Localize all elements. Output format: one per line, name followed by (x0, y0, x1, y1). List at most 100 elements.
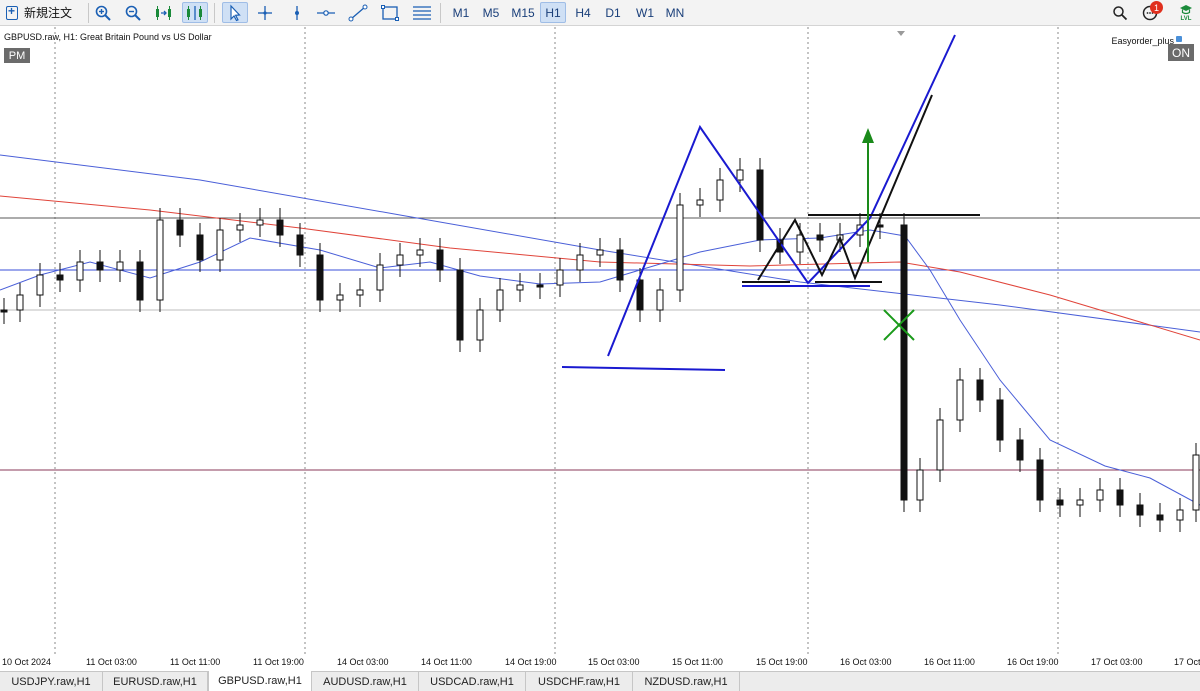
fibonacci-icon (413, 5, 431, 20)
candle-body (1156, 514, 1164, 521)
candle-body (316, 254, 324, 301)
autoscroll-icon (187, 5, 202, 20)
timeframe-button-m5[interactable]: M5 (478, 2, 504, 23)
toolbar-separator (88, 3, 89, 23)
candle-body (296, 234, 304, 256)
shift-marker-icon[interactable] (897, 31, 905, 36)
time-axis-label: 10 Oct 2024 (2, 657, 52, 667)
timeframe-button-h1[interactable]: H1 (540, 2, 566, 23)
candle-body (736, 169, 744, 181)
candle-body (76, 261, 84, 281)
pm-badge: PM (4, 48, 30, 63)
candle-body (156, 219, 164, 301)
timeframe-button-m15[interactable]: M15 (508, 2, 538, 23)
chart-tab-audusd[interactable]: AUDUSD.raw,H1 (312, 672, 419, 691)
candle-body (1056, 499, 1064, 506)
support-line[interactable] (561, 366, 726, 371)
chart-shift-icon (156, 5, 171, 20)
candle-body (796, 234, 804, 253)
price-chart[interactable] (0, 27, 1200, 654)
chart-shift-button[interactable] (152, 2, 176, 23)
candle-body (1116, 489, 1124, 506)
crosshair-icon (258, 5, 272, 20)
time-axis-label: 15 Oct 19:00 (756, 657, 808, 667)
chart-tabs: USDJPY.raw,H1 EURUSD.raw,H1 GBPUSD.raw,H1 A… (0, 671, 1200, 691)
zoom-in-button[interactable] (92, 2, 114, 23)
chart-tab-usdjpy[interactable]: USDJPY.raw,H1 (0, 672, 103, 691)
chart-tab-usdcad[interactable]: USDCAD.raw,H1 (419, 672, 526, 691)
candle-body (496, 289, 504, 311)
chart-tab-nzdusd[interactable]: NZDUSD.raw,H1 (633, 672, 740, 691)
candle-body (336, 294, 344, 301)
timeframe-button-mn[interactable]: MN (662, 2, 688, 23)
candle-body (976, 379, 984, 401)
candle-body (756, 169, 764, 241)
trendline-icon (348, 4, 368, 21)
new-order-label: 新規注文 (24, 6, 73, 20)
candle-body (96, 261, 104, 271)
new-order-icon (6, 4, 18, 20)
candle-body (656, 289, 664, 311)
candle-body (16, 294, 24, 311)
candle-body (1192, 454, 1200, 511)
cross-marker[interactable] (883, 309, 915, 341)
candle-body (356, 289, 364, 296)
candle-body (636, 279, 644, 311)
chart-tab-usdchf[interactable]: USDCHF.raw,H1 (526, 672, 633, 691)
time-axis-label: 14 Oct 11:00 (421, 657, 472, 667)
candle-body (900, 234, 908, 501)
crosshair-tool-button[interactable] (254, 2, 276, 23)
time-axis-label: 16 Oct 19:00 (1007, 657, 1059, 667)
candle-body (236, 224, 244, 231)
fibonacci-tool-button[interactable] (410, 2, 434, 23)
new-order-button[interactable]: 新規注文 (6, 2, 84, 23)
time-axis-label: 17 Oct 03:00 (1091, 657, 1143, 667)
time-axis-label: 15 Oct 11:00 (672, 657, 723, 667)
time-axis-label: 11 Oct 19:00 (253, 657, 304, 667)
vertical-line-tool-button[interactable] (286, 2, 308, 23)
candle-body (396, 254, 404, 266)
rectangle-tool-button[interactable] (378, 2, 402, 23)
candle-body (596, 249, 604, 256)
expert-advisor-name: Easyorder_plus (1111, 36, 1174, 46)
candle-body (816, 234, 824, 241)
chart-tab-gbpusd[interactable]: GBPUSD.raw,H1 (208, 671, 312, 691)
candle-body (936, 419, 944, 471)
candle-body (196, 234, 204, 261)
candle-body (136, 261, 144, 301)
buy-arrow[interactable] (862, 128, 874, 262)
search-button[interactable] (1110, 3, 1130, 23)
signals-level-button[interactable]: LVL (1176, 3, 1196, 23)
cursor-tool-button[interactable] (222, 2, 248, 23)
horizontal-line-icon (317, 9, 335, 16)
candle-body (576, 254, 584, 271)
expert-advisor-icon (1176, 36, 1182, 42)
candle-body (56, 274, 64, 281)
candle-body (1036, 459, 1044, 501)
candle-body (616, 249, 624, 281)
trendline-tool-button[interactable] (346, 2, 370, 23)
time-axis-label: 16 Oct 11:00 (924, 657, 975, 667)
chart-tab-eurusd[interactable]: EURUSD.raw,H1 (103, 672, 208, 691)
autoscroll-button[interactable] (182, 2, 208, 23)
timeframe-button-w1[interactable]: W1 (632, 2, 658, 23)
level-graduation-icon (1180, 5, 1192, 15)
timeframe-button-d1[interactable]: D1 (600, 2, 626, 23)
timeframe-button-h4[interactable]: H4 (570, 2, 596, 23)
zoom-in-icon (95, 5, 111, 21)
expert-advisor-status[interactable]: ON (1168, 44, 1194, 61)
time-axis-label: 16 Oct 03:00 (840, 657, 892, 667)
toolbar-separator (214, 3, 215, 23)
horizontal-line-tool-button[interactable] (314, 2, 338, 23)
notification-badge: 1 (1150, 1, 1163, 14)
candle-body (516, 284, 524, 291)
cursor-arrow-icon (230, 3, 241, 21)
chart-grid (54, 27, 1059, 654)
candle-body (556, 269, 564, 286)
candle-body (416, 249, 424, 256)
timeframe-button-m1[interactable]: M1 (448, 2, 474, 23)
zoom-out-button[interactable] (122, 2, 144, 23)
candle-body (916, 469, 924, 501)
time-axis-label: 11 Oct 11:00 (170, 657, 221, 667)
candle-body (716, 179, 724, 201)
